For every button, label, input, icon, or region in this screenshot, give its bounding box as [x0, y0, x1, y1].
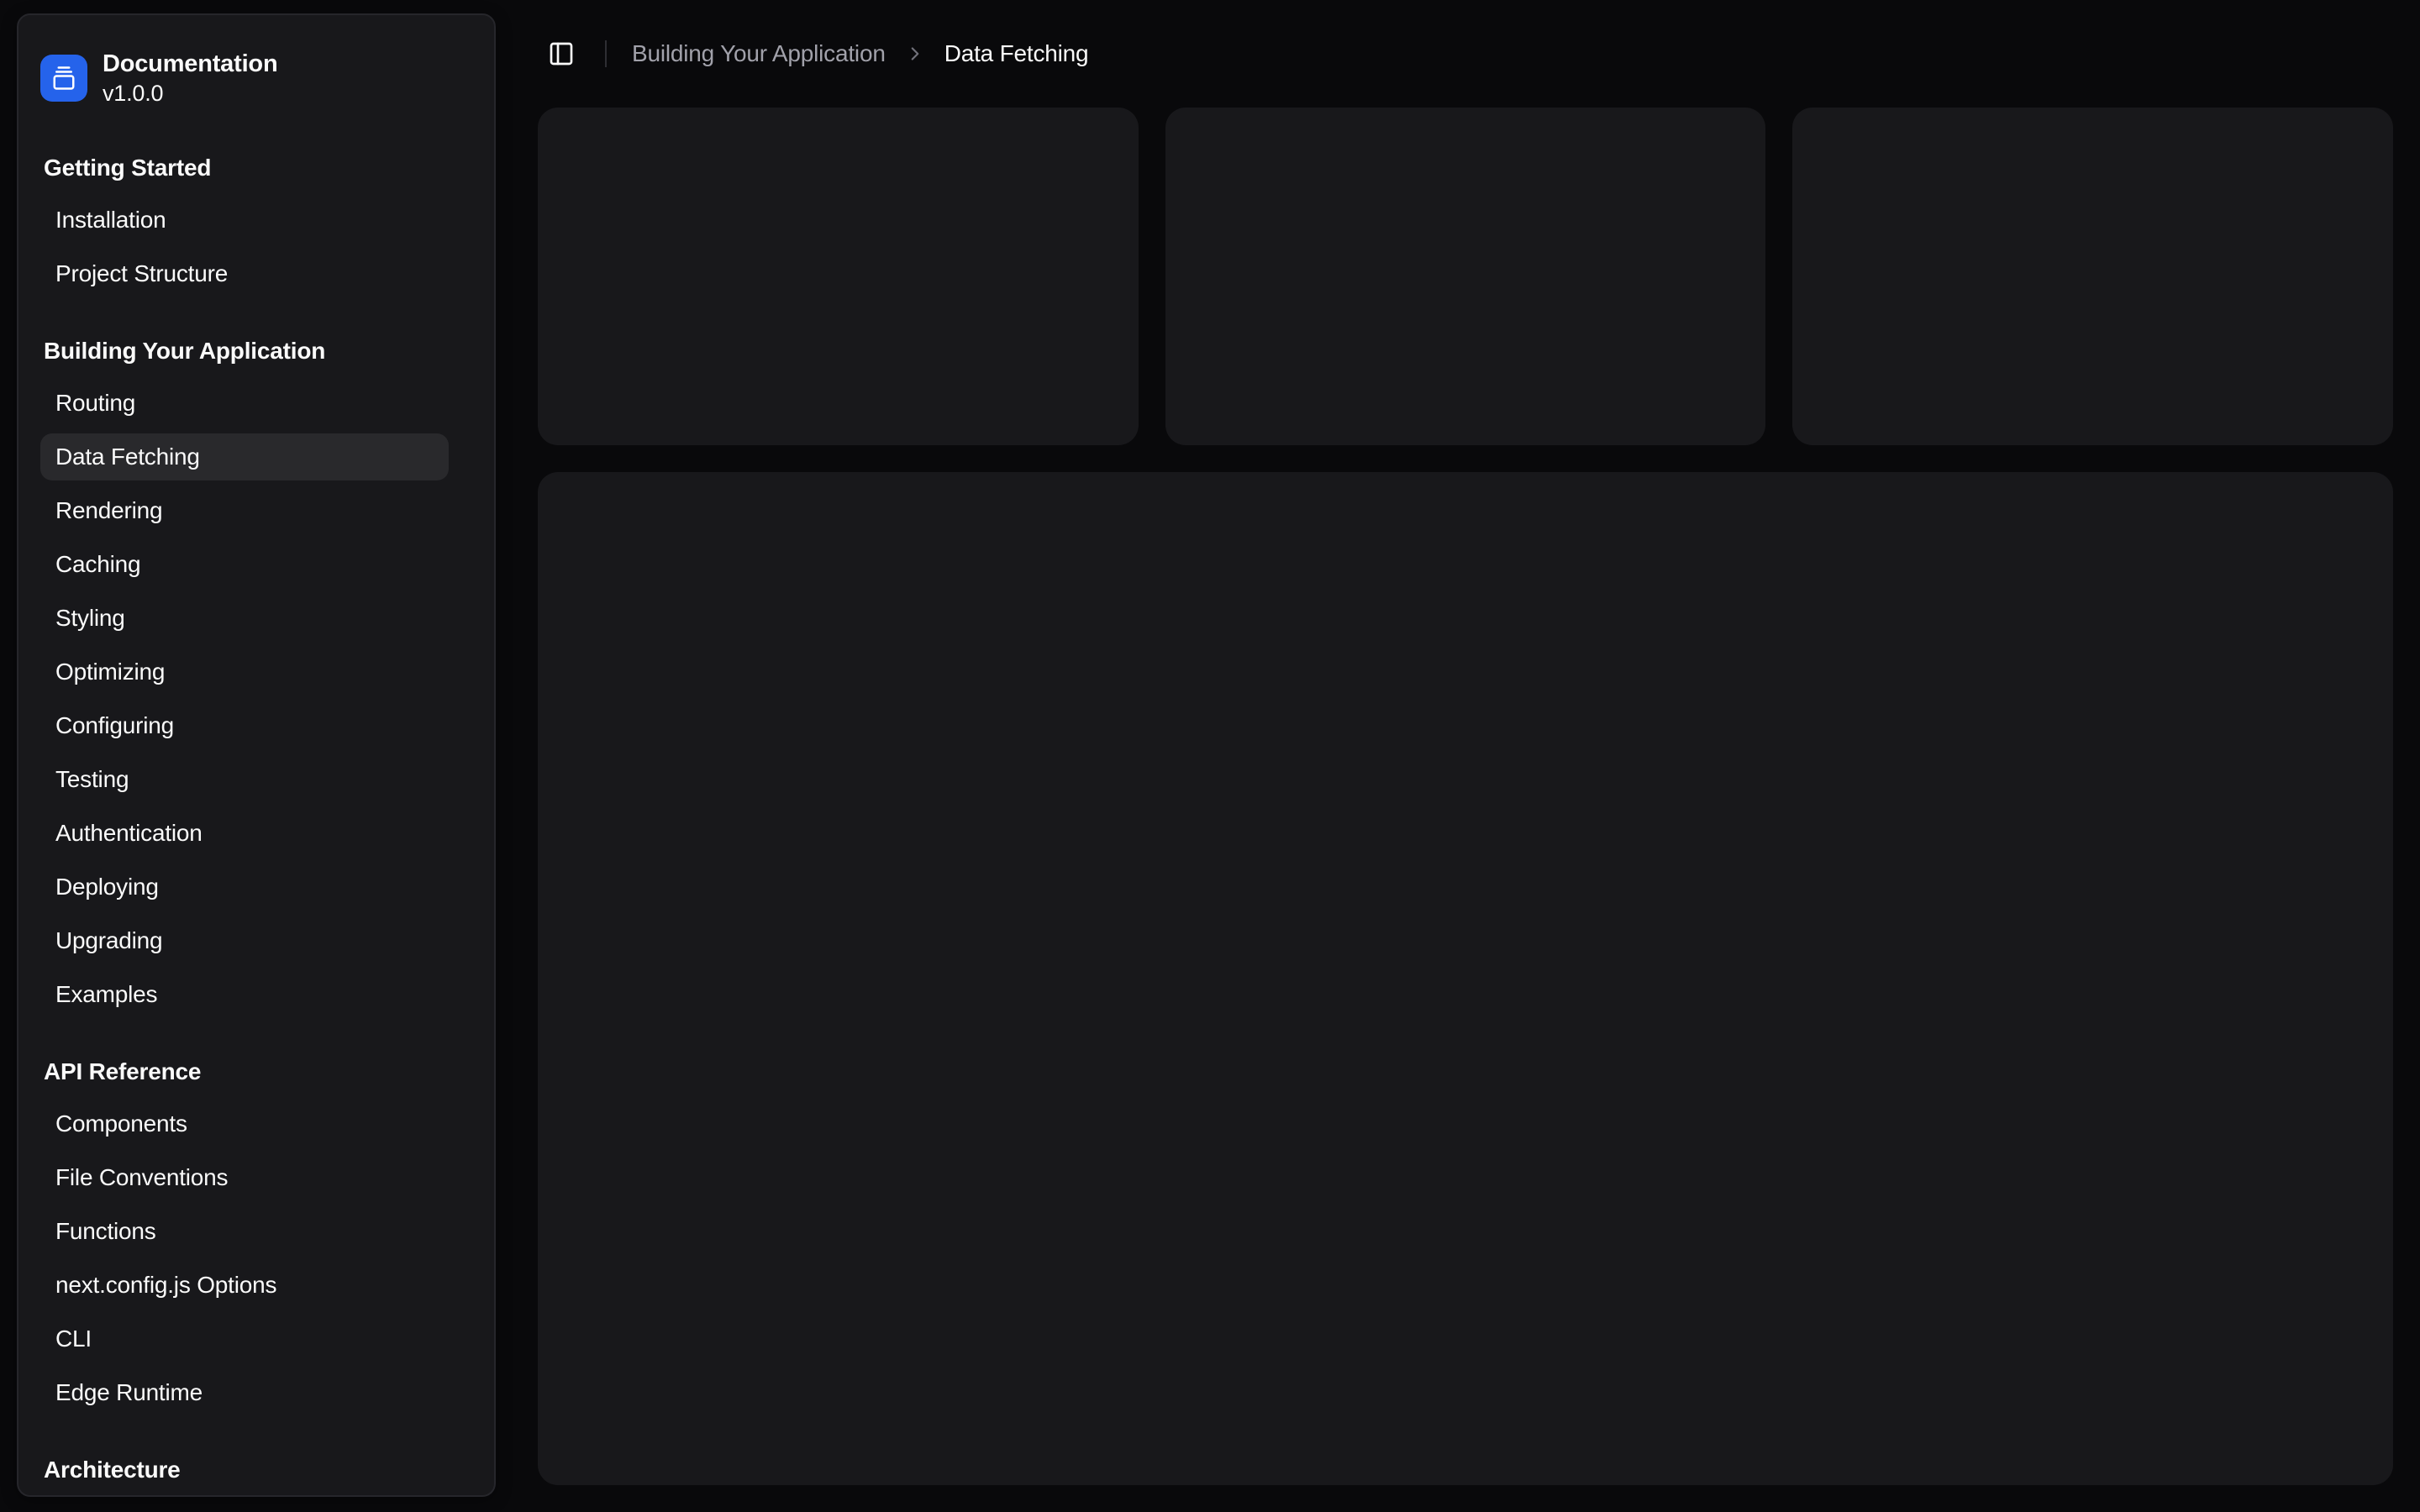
- placeholder-card: [538, 108, 1139, 445]
- sidebar-item-authentication[interactable]: Authentication: [40, 810, 449, 857]
- sidebar-menu: Components File Conventions Functions next.…: [18, 1100, 494, 1416]
- placeholder-card: [1792, 108, 2393, 445]
- panel-left-icon: [548, 40, 575, 67]
- app-version: v1.0.0: [103, 79, 277, 108]
- sidebar-section-architecture: ArchitectureAccessibility: [18, 1416, 494, 1497]
- chevron-right-icon: [904, 43, 926, 65]
- breadcrumb-parent-link[interactable]: Building Your Application: [632, 40, 886, 67]
- app-logo: [40, 55, 87, 102]
- sidebar-item-caching[interactable]: Caching: [40, 541, 449, 588]
- sidebar-item-styling[interactable]: Styling: [40, 595, 449, 642]
- sidebar-section-building-your-application: Building Your Application Routing Data Fet…: [18, 297, 494, 1018]
- sidebar-item-deploying[interactable]: Deploying: [40, 864, 449, 911]
- sidebar-section-getting-started: Getting Started Installation Project Struc…: [18, 108, 494, 297]
- sidebar-item-next-config-js-options[interactable]: next.config.js Options: [40, 1262, 449, 1309]
- sidebar-item-configuring[interactable]: Configuring: [40, 702, 449, 749]
- sidebar-item-components[interactable]: Components: [40, 1100, 449, 1147]
- gallery-vertical-end-icon: [51, 66, 76, 91]
- sidebar-toggle-button[interactable]: [538, 30, 585, 77]
- breadcrumb-current: Data Fetching: [944, 40, 1089, 67]
- sidebar-section-label: API Reference: [18, 1055, 494, 1089]
- sidebar-nav: Getting Started Installation Project Struc…: [18, 108, 494, 1497]
- sidebar-menu: Installation Project Structure: [18, 197, 494, 297]
- sidebar-header[interactable]: Documentation v1.0.0: [18, 15, 494, 108]
- sidebar-item-examples[interactable]: Examples: [40, 971, 449, 1018]
- placeholder-panel: [538, 472, 2393, 1485]
- sidebar-item-file-conventions[interactable]: File Conventions: [40, 1154, 449, 1201]
- placeholder-card: [1165, 108, 1766, 445]
- sidebar-section-label: Building Your Application: [18, 334, 494, 368]
- sidebar-item-data-fetching[interactable]: Data Fetching: [40, 433, 449, 480]
- breadcrumb-separator: [904, 43, 926, 65]
- sidebar: Documentation v1.0.0 Getting Started Inst…: [17, 13, 496, 1497]
- sidebar-item-cli[interactable]: CLI: [40, 1315, 449, 1362]
- header-separator: [605, 40, 607, 67]
- sidebar-section-label: Architecture: [18, 1453, 494, 1487]
- page: { "app": { "name": "Documentation", "ver…: [0, 0, 2420, 1512]
- sidebar-item-installation[interactable]: Installation: [40, 197, 449, 244]
- sidebar-item-project-structure[interactable]: Project Structure: [40, 250, 449, 297]
- main-area: Building Your Application Data Fetching: [511, 0, 2420, 1512]
- placeholder-card-grid: [538, 108, 2393, 445]
- app-title: Documentation: [103, 49, 277, 79]
- sidebar-item-functions[interactable]: Functions: [40, 1208, 449, 1255]
- main-header: Building Your Application Data Fetching: [511, 0, 2420, 108]
- sidebar-item-testing[interactable]: Testing: [40, 756, 449, 803]
- breadcrumb: Building Your Application Data Fetching: [632, 40, 1088, 67]
- sidebar-section-api-reference: API Reference Components File Conventions F…: [18, 1018, 494, 1416]
- sidebar-section-label: Getting Started: [18, 151, 494, 185]
- sidebar-item-optimizing[interactable]: Optimizing: [40, 648, 449, 696]
- sidebar-item-edge-runtime[interactable]: Edge Runtime: [40, 1369, 449, 1416]
- sidebar-item-rendering[interactable]: Rendering: [40, 487, 449, 534]
- sidebar-menu: Routing Data Fetching Rendering Caching Styl…: [18, 380, 494, 1018]
- sidebar-item-upgrading[interactable]: Upgrading: [40, 917, 449, 964]
- main-content: [538, 108, 2393, 1485]
- app-meta: Documentation v1.0.0: [103, 49, 277, 108]
- sidebar-item-routing[interactable]: Routing: [40, 380, 449, 427]
